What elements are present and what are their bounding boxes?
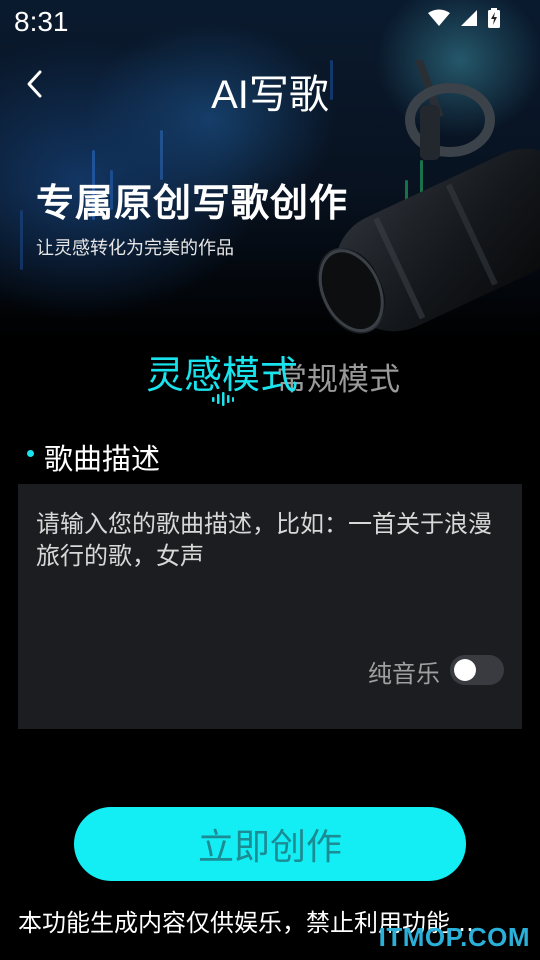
section-label-song-description: 歌曲描述 bbox=[44, 442, 161, 476]
create-button[interactable]: 立即创作 bbox=[74, 807, 466, 881]
watermark: ITMOP.COM bbox=[378, 922, 530, 952]
wifi-icon bbox=[428, 9, 450, 26]
section-bullet bbox=[27, 450, 34, 457]
pure-music-label: 纯音乐 bbox=[368, 660, 440, 688]
battery-icon bbox=[488, 8, 500, 28]
pure-music-toggle[interactable] bbox=[450, 655, 504, 685]
tab-active-indicator bbox=[212, 392, 234, 406]
tab-inspiration-mode[interactable]: 灵感模式 bbox=[146, 344, 298, 399]
status-bar: 8:31 bbox=[0, 0, 540, 48]
status-time: 8:31 bbox=[14, 6, 69, 37]
hero-headline: 专属原创写歌创作 bbox=[36, 181, 349, 225]
hero-background bbox=[0, 0, 540, 340]
toggle-knob bbox=[454, 659, 476, 681]
signal-icon bbox=[461, 10, 477, 26]
song-description-input[interactable] bbox=[36, 508, 506, 628]
page-title: AI写歌 bbox=[211, 73, 329, 117]
description-box: 纯音乐 bbox=[18, 484, 522, 729]
hero-subline: 让灵感转化为完美的作品 bbox=[36, 238, 234, 259]
